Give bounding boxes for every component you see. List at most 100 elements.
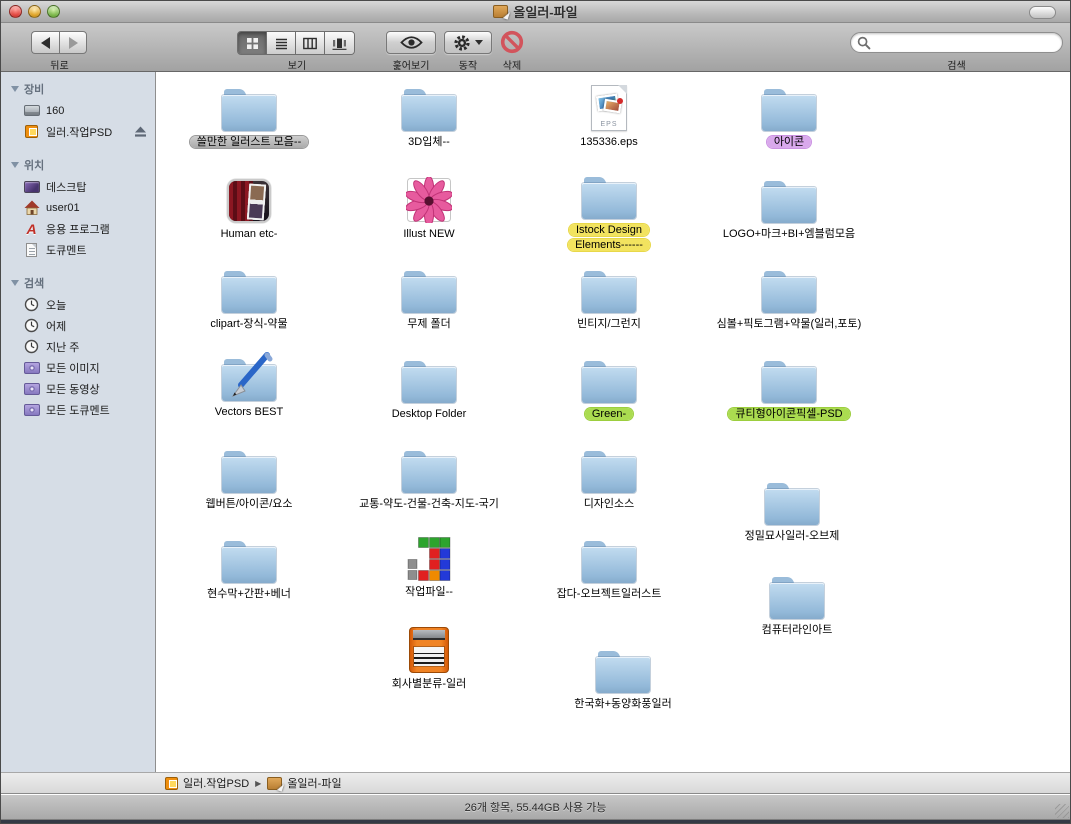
toolbar-toggle-button[interactable] [1029, 6, 1056, 19]
eject-icon [134, 126, 147, 138]
sidebar-item-past-week[interactable]: 지난 주 [1, 336, 155, 357]
section-header-places[interactable]: 위치 [1, 152, 155, 176]
sidebar: 장비 160 일러.작업PSD 위치 데스크탑 [1, 72, 156, 772]
file-item[interactable]: Desktop Folder [343, 357, 515, 422]
file-item[interactable]: 교통-약도-건물-건축-지도-국기 [343, 447, 515, 512]
file-item[interactable]: 작업파일-- [343, 535, 515, 600]
file-item[interactable]: 컴퓨터라인아트 [711, 573, 883, 638]
file-item[interactable]: 한국화+동양화풍일러 [537, 647, 709, 712]
delete-button[interactable] [500, 30, 524, 59]
file-item[interactable]: 현수막+간판+베너 [163, 537, 335, 602]
view-as-columns-button[interactable] [296, 32, 325, 54]
view-as-list-button[interactable] [267, 32, 296, 54]
sidebar-item-work-psd-drive[interactable]: 일러.작업PSD [1, 121, 155, 142]
close-button[interactable] [9, 5, 22, 18]
folder-icon [582, 177, 636, 219]
sidebar-item-home[interactable]: user01 [1, 197, 155, 218]
disclosure-triangle-icon [11, 162, 19, 168]
file-item[interactable]: Green- [523, 357, 695, 422]
file-item[interactable]: Human etc- [163, 177, 335, 242]
zoom-button[interactable] [47, 5, 60, 18]
back-button[interactable] [31, 31, 59, 54]
file-label: Illust NEW [403, 227, 454, 242]
file-item[interactable]: Vectors BEST [163, 355, 335, 420]
quick-look-button[interactable] [386, 31, 436, 54]
action-button[interactable] [444, 31, 492, 54]
folder-icon [582, 271, 636, 313]
sidebar-item-today[interactable]: 오늘 [1, 294, 155, 315]
back-arrow-icon [41, 37, 50, 49]
file-label: 무제 폴더 [407, 317, 451, 332]
folder-icon [402, 361, 456, 403]
file-item[interactable]: 회사별분류-일러 [343, 627, 515, 692]
file-item[interactable]: 디자인소스 [523, 447, 695, 512]
file-item[interactable]: clipart-장식-약물 [163, 267, 335, 332]
back-label: 뒤로 [31, 57, 88, 72]
clock-icon [24, 339, 39, 354]
file-item[interactable]: 쓸만한 일러스트 모음-- [163, 85, 335, 150]
sidebar-item-yesterday[interactable]: 어제 [1, 315, 155, 336]
sidebar-item-applications[interactable]: A 응용 프로그램 [1, 218, 155, 239]
file-label: 현수막+간판+베너 [207, 587, 291, 602]
file-item[interactable]: 잡다-오브젝트일러스트 [523, 537, 695, 602]
section-header-search[interactable]: 검색 [1, 270, 155, 294]
sidebar-item-160[interactable]: 160 [1, 100, 155, 121]
eject-button[interactable] [134, 126, 147, 141]
view-as-coverflow-button[interactable] [325, 32, 354, 54]
search-input[interactable] [850, 32, 1063, 53]
folder-icon [222, 451, 276, 493]
folder-icon [222, 89, 276, 131]
path-separator-icon: ▶ [255, 779, 261, 788]
sidebar-item-all-images[interactable]: 모든 이미지 [1, 357, 155, 378]
folder-icon [222, 541, 276, 583]
sidebar-item-desktop[interactable]: 데스크탑 [1, 176, 155, 197]
section-header-devices[interactable]: 장비 [1, 76, 155, 100]
home-icon [24, 200, 40, 215]
sidebar-item-all-documents[interactable]: 모든 도큐멘트 [1, 399, 155, 420]
file-item[interactable]: 무제 폴더 [343, 267, 515, 332]
sidebar-item-all-movies[interactable]: 모든 동영상 [1, 378, 155, 399]
file-item[interactable]: 심볼+픽토그램+약물(일러,포토) [703, 267, 875, 332]
hard-disk-icon [24, 105, 40, 116]
coverflow-view-icon [332, 37, 347, 50]
file-label: clipart-장식-약물 [210, 317, 287, 332]
delete-label: 삭제 [490, 57, 534, 72]
file-item[interactable]: 3D입체-- [343, 85, 515, 150]
forward-button[interactable] [59, 31, 87, 54]
file-label: 심볼+픽토그램+약물(일러,포토) [717, 317, 862, 332]
sidebar-item-documents[interactable]: 도큐멘트 [1, 239, 155, 260]
toolbar: 뒤로 [1, 23, 1070, 72]
file-item[interactable]: 정밀묘사일러-오브제 [706, 479, 878, 544]
title-bar[interactable]: 올일러-파일 [1, 1, 1070, 23]
sidebar-item-label: 모든 이미지 [46, 360, 100, 376]
path-item-current-folder[interactable]: 올일러-파일 [267, 775, 341, 791]
path-item-drive[interactable]: 일러.작업PSD [165, 775, 249, 791]
file-item[interactable]: 큐티형아이콘픽셀-PSD [703, 357, 875, 422]
file-item[interactable]: Illust NEW [343, 177, 515, 242]
sidebar-item-label: 오늘 [46, 297, 66, 313]
file-label-green: Green- [585, 408, 633, 420]
sidebar-item-label: 모든 도큐멘트 [46, 402, 110, 418]
dropdown-arrow-icon [475, 40, 483, 45]
file-browser-area[interactable]: 쓸만한 일러스트 모음-- 3D입체-- EPS 135336.eps 아이콘 … [157, 72, 1071, 772]
minimize-button[interactable] [28, 5, 41, 18]
file-item[interactable]: EPS 135336.eps [523, 85, 695, 150]
file-item[interactable]: 웹버튼/아이콘/요소 [163, 447, 335, 512]
places-header-label: 위치 [24, 157, 44, 173]
window-title: 올일러-파일 [513, 2, 577, 21]
file-label: Human etc- [221, 227, 278, 242]
file-label: 3D입체-- [408, 135, 450, 150]
smart-folder-icon [24, 404, 40, 416]
file-item[interactable]: LOGO+마크+BI+엠블럼모음 [703, 177, 875, 242]
file-item[interactable]: 빈티지/그런지 [523, 267, 695, 332]
view-as-icons-button[interactable] [238, 32, 267, 54]
external-drive-icon [165, 777, 178, 790]
folder-icon [582, 451, 636, 493]
resize-grip[interactable] [1055, 804, 1069, 818]
file-label: 정밀묘사일러-오브제 [745, 529, 840, 544]
file-label: 작업파일-- [405, 585, 453, 600]
file-label: 한국화+동양화풍일러 [574, 697, 672, 712]
file-item[interactable]: 아이콘 [703, 85, 875, 150]
file-item[interactable]: Istock Design Elements------ [523, 173, 695, 253]
folder-icon [770, 577, 824, 619]
